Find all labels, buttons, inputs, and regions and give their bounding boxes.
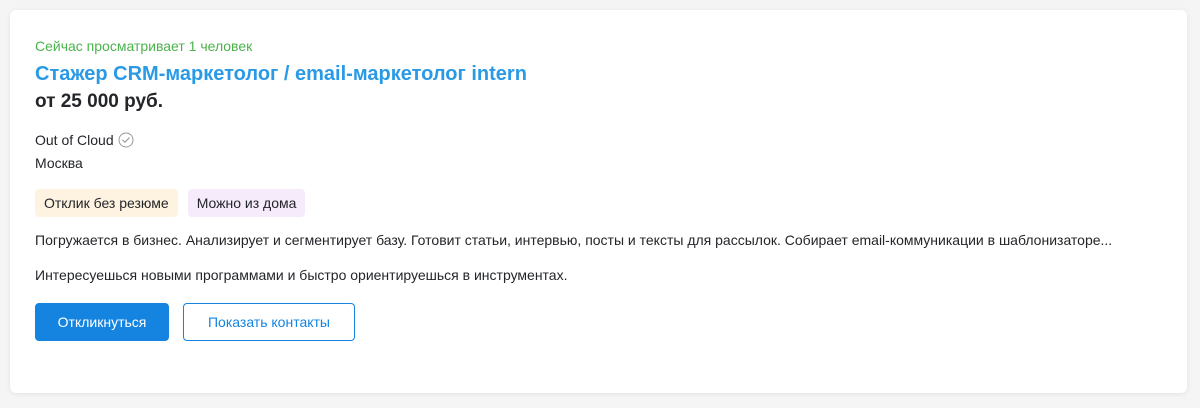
vacancy-card: Сейчас просматривает 1 человек Стажер CR…	[10, 10, 1187, 393]
vacancy-title-link[interactable]: Стажер CRM-маркетолог / email-маркетолог…	[35, 62, 527, 86]
respond-button[interactable]: Откликнуться	[35, 303, 169, 341]
salary: от 25 000 руб.	[35, 91, 164, 112]
company-name-link[interactable]: Out of Cloud	[35, 130, 114, 150]
tag-no-resume: Отклик без резюме	[35, 189, 178, 217]
vacancy-requirements: Интересуешься новыми программами и быстр…	[35, 267, 568, 283]
viewers-count: Сейчас просматривает 1 человек	[35, 38, 253, 54]
company-row: Out of Cloud	[35, 130, 1163, 150]
vacancy-description: Погружается в бизнес. Анализирует и сегм…	[35, 232, 1113, 248]
verified-check-icon	[118, 132, 134, 148]
vacancy-city: Москва	[35, 155, 83, 171]
vacancy-tags: Отклик без резюме Можно из дома	[35, 189, 1163, 217]
vacancy-actions: Откликнуться Показать контакты	[35, 303, 1163, 341]
tag-remote-work: Можно из дома	[187, 189, 306, 217]
show-contacts-button[interactable]: Показать контакты	[183, 303, 355, 341]
